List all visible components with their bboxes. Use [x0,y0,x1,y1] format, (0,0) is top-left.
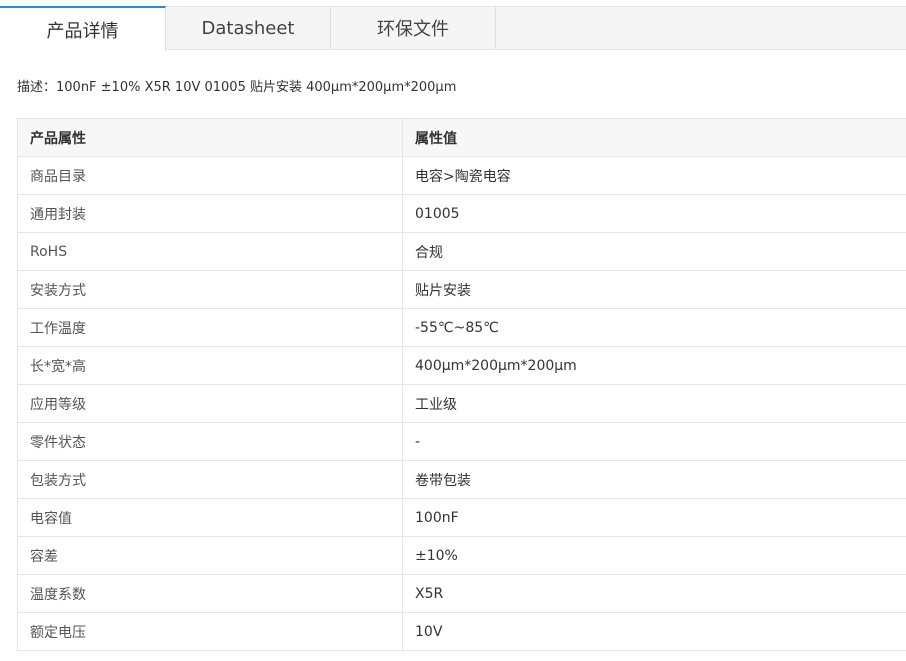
row-value: 100nF [402,498,906,537]
row-key: 应用等级 [17,384,403,423]
table-row: 长*宽*高 400μm*200μm*200μm [17,346,906,385]
row-key: 电容值 [17,498,403,537]
row-value: 10V [402,612,906,651]
tab-datasheet[interactable]: Datasheet [166,6,331,50]
table-row: 通用封装 01005 [17,194,906,233]
row-value: 合规 [402,232,906,271]
row-key: 零件状态 [17,422,403,461]
row-key: 通用封装 [17,194,403,233]
row-value: 电容>陶瓷电容 [402,156,906,195]
table-row: 包装方式 卷带包装 [17,460,906,499]
header-value: 属性值 [402,118,906,157]
tab-environmental-docs[interactable]: 环保文件 [331,6,496,50]
row-value: 400μm*200μm*200μm [402,346,906,385]
row-key: 温度系数 [17,574,403,613]
row-key: RoHS [17,232,403,271]
table-row: RoHS 合规 [17,232,906,271]
row-key: 安装方式 [17,270,403,309]
row-key: 额定电压 [17,612,403,651]
table-row: 容差 ±10% [17,536,906,575]
row-value: -55℃~85℃ [402,308,906,347]
tab-product-details[interactable]: 产品详情 [0,6,166,51]
table-row: 额定电压 10V [17,612,906,651]
row-key: 包装方式 [17,460,403,499]
table-row: 商品目录 电容>陶瓷电容 [17,156,906,195]
row-key: 商品目录 [17,156,403,195]
row-value: X5R [402,574,906,613]
row-value: ±10% [402,536,906,575]
property-table: 产品属性 属性值 商品目录 电容>陶瓷电容 通用封装 01005 RoHS 合规 安装… [17,118,906,651]
row-value: 01005 [402,194,906,233]
row-key: 长*宽*高 [17,346,403,385]
table-row: 安装方式 贴片安装 [17,270,906,309]
row-key: 容差 [17,536,403,575]
table-row: 温度系数 X5R [17,574,906,613]
table-row: 零件状态 - [17,422,906,461]
row-key: 工作温度 [17,308,403,347]
row-value: - [402,422,906,461]
row-value: 贴片安装 [402,270,906,309]
row-value: 工业级 [402,384,906,423]
header-attribute: 产品属性 [17,118,403,157]
table-row: 应用等级 工业级 [17,384,906,423]
product-description: 描述：100nF ±10% X5R 10V 01005 贴片安装 400μm*2… [17,80,457,95]
table-row: 工作温度 -55℃~85℃ [17,308,906,347]
table-row: 电容值 100nF [17,498,906,537]
tab-bar: 产品详情 Datasheet 环保文件 [0,6,906,51]
row-value: 卷带包装 [402,460,906,499]
table-header-row: 产品属性 属性值 [17,118,906,157]
